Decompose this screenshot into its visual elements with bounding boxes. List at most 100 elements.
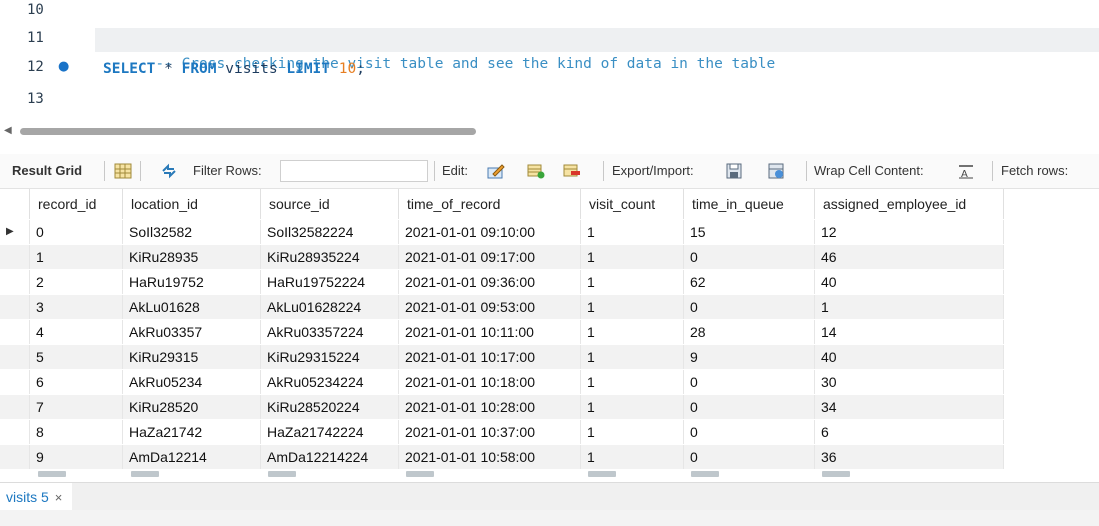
table-cell[interactable]: 5 [30, 345, 123, 369]
table-cell[interactable]: 0 [684, 245, 815, 269]
row-selector[interactable] [0, 270, 30, 294]
table-cell[interactable]: 28 [684, 320, 815, 344]
column-header[interactable]: location_id [123, 189, 261, 219]
table-cell[interactable]: AkLu01628 [123, 295, 261, 319]
delete-row-icon[interactable] [563, 163, 581, 179]
table-row[interactable]: 2 HaRu19752 HaRu19752224 2021-01-01 09:36:0… [0, 270, 1004, 294]
column-header[interactable]: record_id [30, 189, 123, 219]
table-cell[interactable]: KiRu28520 [123, 395, 261, 419]
table-cell[interactable]: 2021-01-01 10:28:00 [399, 395, 581, 419]
scroll-left-icon[interactable]: ◀ [4, 125, 12, 136]
add-row-icon[interactable] [527, 163, 545, 179]
table-cell[interactable]: 2021-01-01 10:17:00 [399, 345, 581, 369]
column-header[interactable]: assigned_employee_id [815, 189, 1004, 219]
table-cell[interactable]: HaRu19752224 [261, 270, 399, 294]
table-cell[interactable]: 1 [815, 295, 1004, 319]
table-row[interactable]: 8 HaZa21742 HaZa21742224 2021-01-01 10:37:0… [0, 420, 1004, 444]
table-row[interactable]: 3 AkLu01628 AkLu01628224 2021-01-01 09:53:0… [0, 295, 1004, 319]
table-cell[interactable]: 0 [684, 370, 815, 394]
column-header[interactable]: time_in_queue [684, 189, 815, 219]
wrap-text-icon[interactable]: A [957, 163, 975, 179]
table-row[interactable]: 9 AmDa12214 AmDa12214224 2021-01-01 10:58:0… [0, 445, 1004, 469]
result-tab-visits[interactable]: visits 5 × [0, 483, 73, 511]
code-text[interactable] [95, 89, 1099, 113]
table-cell[interactable]: SoIl32582 [123, 220, 261, 244]
row-selector[interactable] [0, 295, 30, 319]
table-cell[interactable]: 12 [815, 220, 1004, 244]
table-row[interactable]: 4 AkRu03357 AkRu03357224 2021-01-01 10:11:0… [0, 320, 1004, 344]
table-cell[interactable]: AmDa12214224 [261, 445, 399, 469]
table-cell[interactable]: HaRu19752 [123, 270, 261, 294]
grid-view-icon[interactable] [114, 163, 132, 179]
code-text[interactable] [95, 0, 1099, 24]
table-cell[interactable]: KiRu29315224 [261, 345, 399, 369]
table-cell[interactable]: KiRu28520224 [261, 395, 399, 419]
row-selector[interactable] [0, 420, 30, 444]
table-cell[interactable]: 2021-01-01 09:53:00 [399, 295, 581, 319]
table-cell[interactable]: 2021-01-01 10:58:00 [399, 445, 581, 469]
table-cell[interactable]: 2 [30, 270, 123, 294]
code-line-12[interactable]: 12 ● SELECT * FROM visits LIMIT 10; [0, 57, 1099, 81]
edit-row-icon[interactable] [487, 163, 505, 179]
table-cell[interactable]: 2021-01-01 10:11:00 [399, 320, 581, 344]
table-cell[interactable]: AkLu01628224 [261, 295, 399, 319]
close-icon[interactable]: × [55, 490, 63, 505]
table-cell[interactable]: 3 [30, 295, 123, 319]
sql-editor[interactable]: 10 11 -- Cross checking the visit table … [0, 0, 1099, 120]
code-line-11[interactable]: 11 -- Cross checking the visit table and… [0, 28, 1099, 72]
import-icon[interactable] [768, 163, 786, 179]
table-cell[interactable]: 9 [684, 345, 815, 369]
table-cell[interactable]: 0 [684, 295, 815, 319]
table-cell[interactable]: AmDa12214 [123, 445, 261, 469]
table-cell[interactable]: 7 [30, 395, 123, 419]
result-grid-tab[interactable]: Result Grid [12, 154, 82, 188]
table-row[interactable]: 5 KiRu29315 KiRu29315224 2021-01-01 10:17:0… [0, 345, 1004, 369]
table-cell[interactable]: 8 [30, 420, 123, 444]
table-cell[interactable]: 1 [581, 345, 684, 369]
table-cell[interactable]: HaZa21742224 [261, 420, 399, 444]
table-cell[interactable]: 2021-01-01 09:17:00 [399, 245, 581, 269]
row-selector[interactable] [0, 395, 30, 419]
table-cell[interactable]: HaZa21742 [123, 420, 261, 444]
table-row[interactable]: 1 KiRu28935 KiRu28935224 2021-01-01 09:17:0… [0, 245, 1004, 269]
table-cell[interactable]: 40 [815, 270, 1004, 294]
table-cell[interactable]: 30 [815, 370, 1004, 394]
table-cell[interactable]: 1 [581, 220, 684, 244]
code-text[interactable]: -- Cross checking the visit table and se… [95, 28, 1099, 72]
table-cell[interactable]: 9 [30, 445, 123, 469]
table-cell[interactable]: 1 [581, 245, 684, 269]
filter-rows-input[interactable] [280, 160, 428, 182]
table-row[interactable]: 6 AkRu05234 AkRu05234224 2021-01-01 10:18:0… [0, 370, 1004, 394]
result-grid[interactable]: record_id location_id source_id time_of_… [0, 189, 1099, 482]
table-cell[interactable]: AkRu03357224 [261, 320, 399, 344]
row-selector[interactable] [0, 345, 30, 369]
table-cell[interactable]: 2021-01-01 10:37:00 [399, 420, 581, 444]
table-cell[interactable]: 0 [684, 395, 815, 419]
table-cell[interactable]: KiRu28935224 [261, 245, 399, 269]
table-cell[interactable]: 15 [684, 220, 815, 244]
table-cell[interactable]: AkRu03357 [123, 320, 261, 344]
table-cell[interactable]: SoIl32582224 [261, 220, 399, 244]
row-selector[interactable] [0, 370, 30, 394]
horizontal-scrollbar[interactable]: ◀ [0, 121, 1099, 141]
table-cell[interactable]: 62 [684, 270, 815, 294]
table-cell[interactable]: 34 [815, 395, 1004, 419]
table-cell[interactable]: 1 [581, 270, 684, 294]
table-cell[interactable]: 1 [581, 295, 684, 319]
column-header[interactable]: source_id [261, 189, 399, 219]
table-cell[interactable]: 14 [815, 320, 1004, 344]
row-selector[interactable] [0, 245, 30, 269]
table-cell[interactable]: 46 [815, 245, 1004, 269]
table-cell[interactable]: 0 [30, 220, 123, 244]
column-header[interactable]: time_of_record [399, 189, 581, 219]
table-cell[interactable]: KiRu29315 [123, 345, 261, 369]
code-line-13[interactable]: 13 [0, 89, 1099, 113]
table-row[interactable]: 7 KiRu28520 KiRu28520224 2021-01-01 10:28:0… [0, 395, 1004, 419]
table-cell[interactable]: 1 [581, 370, 684, 394]
row-selector[interactable] [0, 445, 30, 469]
table-cell[interactable]: 0 [684, 445, 815, 469]
row-selector[interactable] [0, 320, 30, 344]
code-line-10[interactable]: 10 [0, 0, 1099, 24]
table-row[interactable]: ▶ 0 SoIl32582 SoIl32582224 2021-01-01 09:10:… [0, 220, 1004, 244]
table-cell[interactable]: 1 [30, 245, 123, 269]
